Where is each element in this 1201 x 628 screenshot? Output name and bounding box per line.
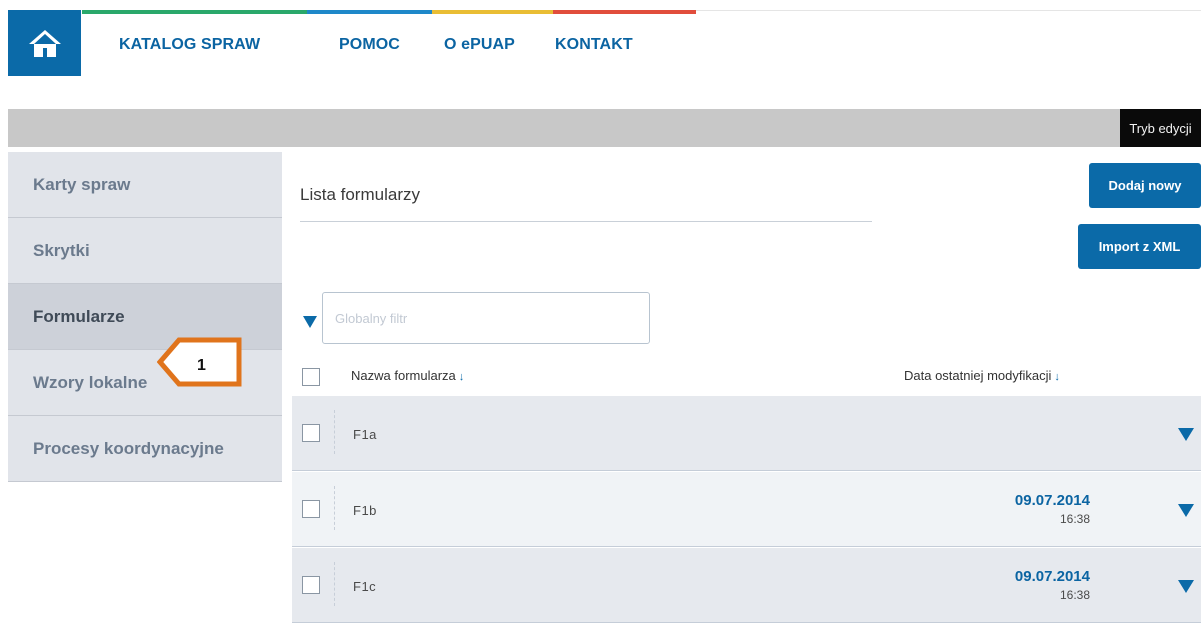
stripe-blue bbox=[307, 10, 432, 14]
home-icon bbox=[28, 30, 61, 57]
filter-toggle-icon[interactable] bbox=[303, 316, 317, 328]
toolbar: Tryb edycji bbox=[8, 109, 1201, 147]
expand-row-icon[interactable] bbox=[1178, 428, 1194, 441]
column-header-date-label: Data ostatniej modyfikacji bbox=[904, 368, 1052, 383]
color-stripe bbox=[82, 10, 696, 14]
modified-time: 16:38 bbox=[1059, 588, 1090, 602]
table-row[interactable]: F1c 09.07.2014 16:38 bbox=[292, 548, 1201, 623]
home-button[interactable] bbox=[8, 10, 81, 76]
global-filter-input[interactable] bbox=[322, 292, 650, 344]
modified-date: 09.07.2014 bbox=[1014, 492, 1090, 509]
form-name: F1b bbox=[353, 503, 377, 518]
modified-time: 16:38 bbox=[1059, 512, 1090, 526]
import-xml-button[interactable]: Import z XML bbox=[1078, 224, 1201, 269]
page-title: Lista formularzy bbox=[300, 185, 420, 204]
sort-arrow-icon: ↓ bbox=[458, 371, 465, 383]
stripe-yellow bbox=[432, 10, 553, 14]
add-new-button[interactable]: Dodaj nowy bbox=[1089, 163, 1201, 208]
row-separator bbox=[334, 486, 335, 530]
sidebar-item-procesy-koordynacyjne[interactable]: Procesy koordynacyjne bbox=[8, 416, 282, 482]
sidebar-item-karty-spraw[interactable]: Karty spraw bbox=[8, 152, 282, 218]
stripe-red bbox=[553, 10, 696, 14]
column-header-date[interactable]: Data ostatniej modyfikacji ↓ bbox=[904, 368, 1060, 383]
modified-date: 09.07.2014 bbox=[1014, 568, 1090, 585]
title-underline bbox=[300, 221, 872, 222]
table-row[interactable]: F1b 09.07.2014 16:38 bbox=[292, 472, 1201, 547]
column-header-name-label: Nazwa formularza bbox=[351, 368, 456, 383]
top-divider bbox=[696, 10, 1201, 11]
sidebar-item-skrytki[interactable]: Skrytki bbox=[8, 218, 282, 284]
edit-mode-button[interactable]: Tryb edycji bbox=[1120, 109, 1201, 147]
column-header-name[interactable]: Nazwa formularza ↓ bbox=[351, 368, 464, 383]
row-checkbox[interactable] bbox=[302, 576, 320, 594]
sort-arrow-icon: ↓ bbox=[1054, 371, 1060, 383]
nav-o-epuap[interactable]: O ePUAP bbox=[444, 36, 515, 54]
expand-row-icon[interactable] bbox=[1178, 504, 1194, 517]
row-separator bbox=[334, 410, 335, 454]
expand-row-icon[interactable] bbox=[1178, 580, 1194, 593]
select-all-checkbox[interactable] bbox=[302, 368, 320, 386]
table-row[interactable]: F1a bbox=[292, 396, 1201, 471]
stripe-green bbox=[82, 10, 307, 14]
callout-marker: 1 bbox=[157, 337, 242, 387]
nav-katalog-spraw[interactable]: KATALOG SPRAW bbox=[119, 36, 260, 54]
form-name: F1a bbox=[353, 427, 377, 442]
nav-pomoc[interactable]: POMOC bbox=[339, 36, 400, 54]
row-checkbox[interactable] bbox=[302, 424, 320, 442]
form-name: F1c bbox=[353, 579, 377, 594]
sidebar: Karty spraw Skrytki Formularze Wzory lok… bbox=[8, 152, 282, 482]
table-header: Nazwa formularza ↓ Data ostatniej modyfik… bbox=[292, 360, 1201, 394]
row-checkbox[interactable] bbox=[302, 500, 320, 518]
nav-kontakt[interactable]: KONTAKT bbox=[555, 36, 633, 54]
row-separator bbox=[334, 562, 335, 606]
callout-number: 1 bbox=[197, 357, 206, 374]
